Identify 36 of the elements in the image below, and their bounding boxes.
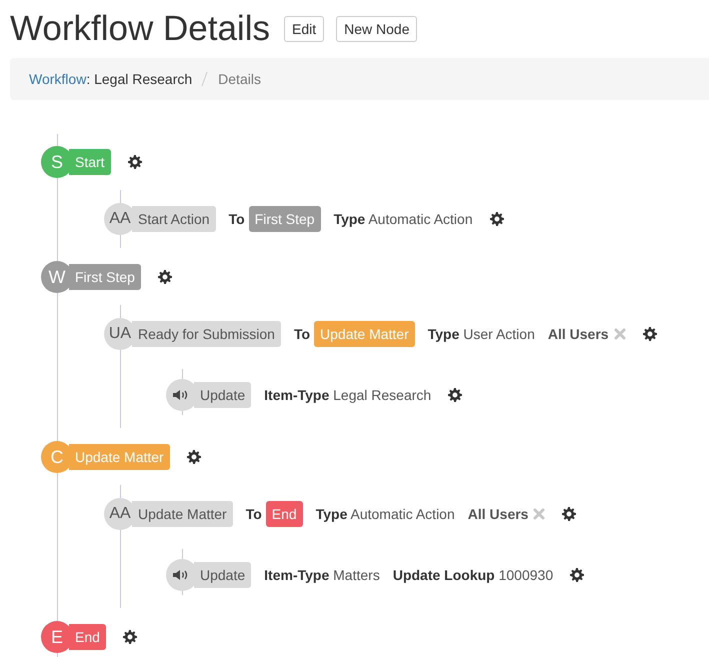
event-label[interactable]: Update xyxy=(194,562,252,588)
settings-icon[interactable] xyxy=(490,212,504,226)
page-title: Workflow Details xyxy=(10,9,270,49)
detail-text: Item-Type Legal Research xyxy=(264,387,432,403)
users-label: All Users xyxy=(548,326,609,342)
action-label[interactable]: Ready for Submission xyxy=(132,321,281,347)
action-label[interactable]: Update Matter xyxy=(132,501,233,527)
node-label[interactable]: End xyxy=(69,624,106,650)
event-label[interactable]: Update xyxy=(194,382,252,408)
breadcrumb-text: : Legal Research xyxy=(86,71,192,87)
settings-icon[interactable] xyxy=(562,507,576,521)
to-label: To xyxy=(294,326,310,342)
settings-icon[interactable] xyxy=(448,388,462,402)
target-label: First Step xyxy=(248,206,321,232)
detail-text: Type User Action xyxy=(428,326,535,342)
target-label: Update Matter xyxy=(314,321,415,347)
to-label: To xyxy=(246,506,262,522)
settings-icon[interactable] xyxy=(570,568,584,582)
users-label: All Users xyxy=(468,506,528,522)
settings-icon[interactable] xyxy=(642,327,657,341)
settings-icon[interactable] xyxy=(128,155,142,169)
settings-icon[interactable] xyxy=(158,270,172,284)
to-label: To xyxy=(228,211,245,227)
breadcrumb-link[interactable]: Workflow xyxy=(29,71,86,87)
toolbar-button[interactable]: Edit xyxy=(284,16,324,42)
detail-text: Update Lookup 1000930 xyxy=(392,567,554,583)
toolbar-button[interactable]: New Node xyxy=(336,16,418,42)
detail-text: Type Automatic Action xyxy=(316,506,455,522)
settings-icon[interactable] xyxy=(122,630,137,644)
breadcrumb-current: Details xyxy=(218,71,261,87)
target-label: End xyxy=(266,501,303,527)
node-label[interactable]: First Step xyxy=(69,264,141,290)
detail-text: Item-Type Matters xyxy=(264,567,380,583)
action-label[interactable]: Start Action xyxy=(132,206,216,232)
settings-icon[interactable] xyxy=(186,450,201,464)
detail-text: Type Automatic Action xyxy=(334,211,473,227)
